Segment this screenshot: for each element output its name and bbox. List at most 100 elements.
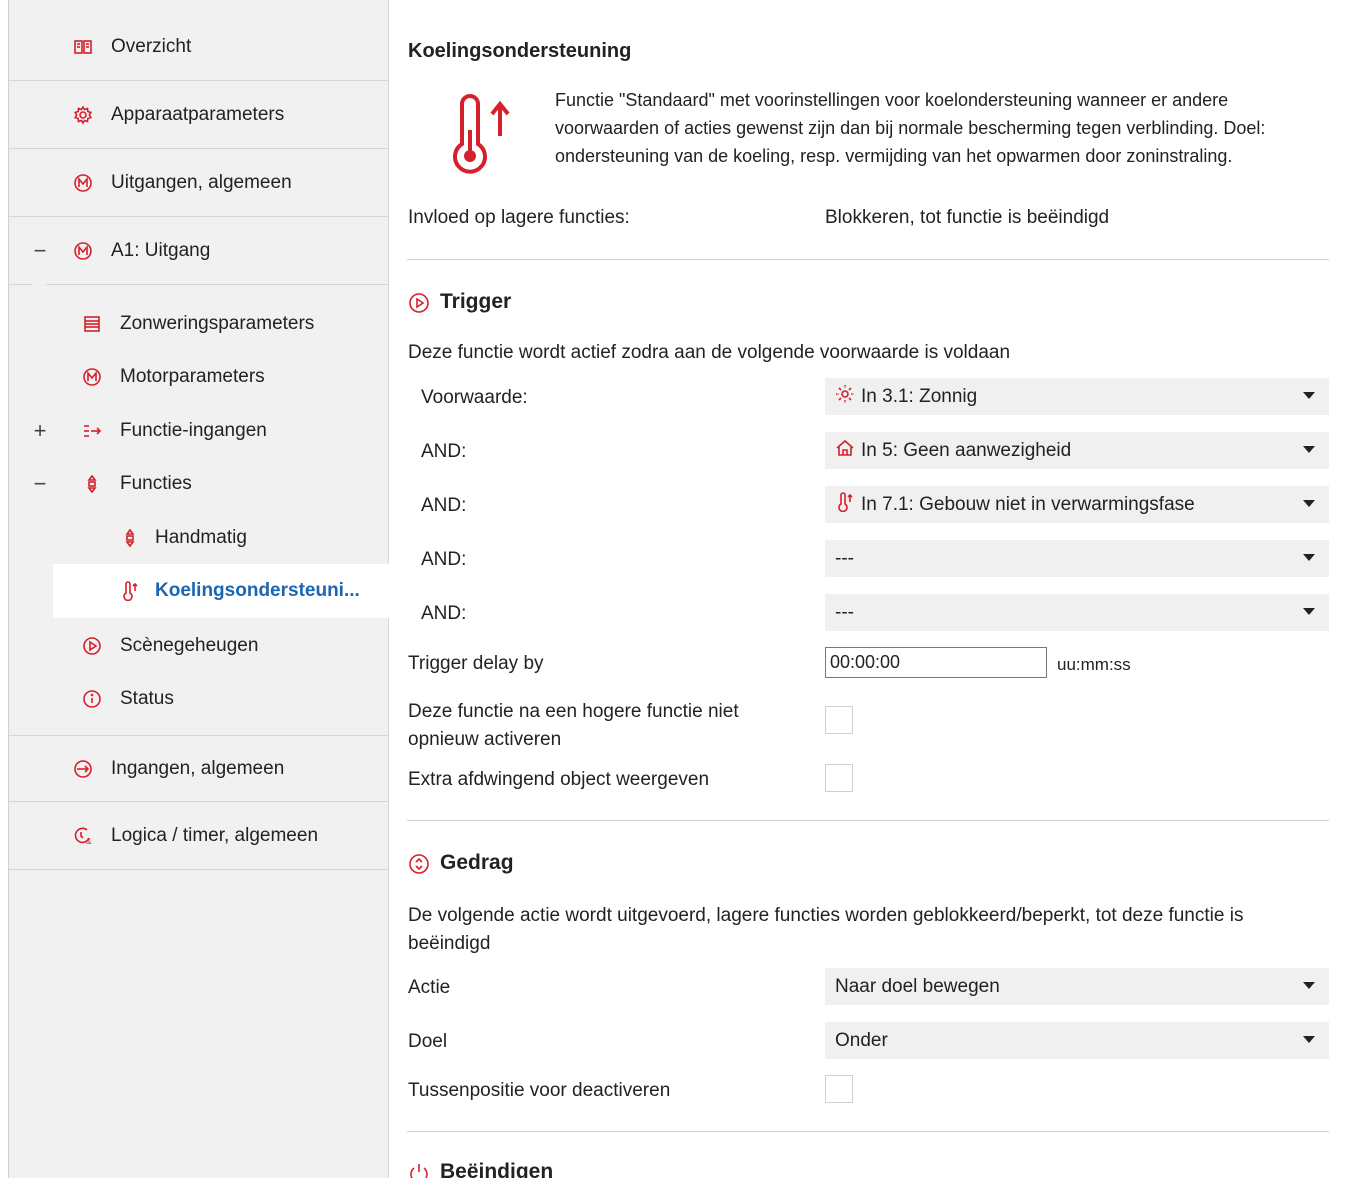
beeindigen-heading: Beëindigen [440,1160,554,1178]
sidebar-item-logica-timer[interactable]: & Logica / timer, algemeen [9,803,389,870]
actie-value: Naar doel bewegen [835,975,1000,997]
sidebar-item-apparaatparameters[interactable]: Apparaatparameters [9,82,389,149]
info-icon [81,688,103,710]
sidebar-item-label: Functie-ingangen [120,420,267,441]
sidebar-item-label: A1: Uitgang [111,240,211,261]
and-label: AND: [421,603,467,624]
trigger-heading: Trigger [440,290,512,313]
thermometer-icon [119,580,141,602]
sidebar-item-functies[interactable]: − Functies [9,464,389,504]
and-select-1[interactable]: In 5: Geen aanwezigheid [825,432,1329,469]
svg-text:&: & [86,837,92,846]
collapse-toggle[interactable]: − [33,238,47,264]
book-icon [72,36,94,58]
and-value: --- [835,547,854,569]
trigger-intro: Deze functie wordt actief zodra aan de v… [408,342,1011,363]
gedrag-heading: Gedrag [440,851,514,874]
influence-value: Blokkeren, tot functie is beëindigd [825,207,1110,228]
sidebar-item-label: Uitgangen, algemeen [111,172,292,193]
sidebar-item-label: Overzicht [111,36,192,57]
page-title: Koelingsondersteuning [408,40,632,62]
sidebar-item-scenegeheugen[interactable]: Scènegeheugen [9,626,389,666]
blind-icon [81,313,103,335]
chevron-down-icon [1303,1036,1315,1043]
sidebar-item-label: Ingangen, algemeen [111,757,285,779]
sidebar-item-label: Logica / timer, algemeen [111,825,319,846]
chevron-down-icon [1303,446,1315,453]
tussenpositie-label: Tussenpositie voor deactiveren [408,1080,671,1101]
trigger-delay-label: Trigger delay by [408,653,544,674]
sidebar-item-koelingsondersteuning[interactable]: Koelingsondersteuni... [53,564,390,618]
expand-toggle[interactable]: + [33,418,47,444]
delay-unit: uu:mm:ss [1057,655,1131,674]
functions-icon [81,473,103,495]
chevron-down-icon [1303,608,1315,615]
collapse-toggle[interactable]: − [33,471,47,497]
sidebar-item-zonweringsparameters[interactable]: Zonweringsparameters [9,304,389,344]
chevron-down-icon [1303,500,1315,507]
sidebar-item-a1-uitgang[interactable]: − A1: Uitgang [9,218,389,285]
sidebar-item-motorparameters[interactable]: Motorparameters [9,357,389,397]
and-value: In 7.1: Gebouw niet in verwarmingsfase [861,493,1195,515]
condition-value: In 3.1: Zonnig [861,385,978,407]
actie-label: Actie [408,977,451,998]
sidebar-item-label: Scènegeheugen [120,635,259,656]
sun-icon [835,384,855,410]
sidebar-item-uitgangen-algemeen[interactable]: Uitgangen, algemeen [9,150,389,217]
function-description: Functie "Standaard" met voorinstellingen… [555,90,1266,166]
chevron-down-icon [1303,392,1315,399]
and-select-3[interactable]: --- [825,540,1329,577]
sidebar-item-label: Functies [120,473,192,494]
motor-icon [81,366,103,388]
motor-icon [72,240,94,262]
house-icon [835,438,855,464]
actie-select[interactable]: Naar doel bewegen [825,968,1329,1005]
divider [407,820,1329,821]
gedrag-intro: De volgende actie wordt uitgevoerd, lage… [408,905,1244,954]
doel-value: Onder [835,1029,888,1051]
scene-icon [81,635,103,657]
extra-object-checkbox[interactable] [825,764,853,792]
selection-notch [29,281,49,291]
function-input-icon [81,420,103,442]
manual-icon [119,527,141,549]
reactivate-label: Deze functie na een hogere functie niet … [408,701,739,750]
influence-label: Invloed op lagere functies: [408,207,630,228]
sidebar-item-label: Status [120,688,174,709]
motor-icon [72,172,94,194]
sidebar: Overzicht Apparaatparameters Uitgangen, … [8,0,390,1178]
condition-label: Voorwaarde: [421,387,528,408]
play-circle-icon [408,292,430,314]
divider [407,259,1329,260]
sidebar-item-label: Zonweringsparameters [120,313,315,334]
sidebar-item-overzicht[interactable]: Overzicht [9,14,389,81]
power-icon [408,1162,430,1178]
chevron-down-icon [1303,982,1315,989]
and-select-4[interactable]: --- [825,594,1329,631]
and-label: AND: [421,495,467,516]
sidebar-item-ingangen-algemeen[interactable]: Ingangen, algemeen [9,735,389,802]
thermometer-icon [450,92,520,178]
sidebar-item-handmatig[interactable]: Handmatig [9,518,389,558]
logic-timer-icon: & [72,825,94,847]
condition-select[interactable]: In 3.1: Zonnig [825,378,1329,415]
behaviour-icon [408,853,430,875]
and-value: In 5: Geen aanwezigheid [861,439,1072,461]
doel-select[interactable]: Onder [825,1022,1329,1059]
and-select-2[interactable]: In 7.1: Gebouw niet in verwarmingsfase [825,486,1329,523]
extra-object-label: Extra afdwingend object weergeven [408,769,710,790]
tussenpositie-checkbox[interactable] [825,1075,853,1103]
and-label: AND: [421,549,467,570]
chevron-down-icon [1303,554,1315,561]
sidebar-item-functie-ingangen[interactable]: + Functie-ingangen [9,411,389,451]
divider [407,1131,1329,1132]
and-label: AND: [421,441,467,462]
trigger-delay-input[interactable]: 00:00:00 [825,647,1047,678]
reactivate-checkbox[interactable] [825,706,853,734]
thermometer-icon [835,491,855,518]
sidebar-item-status[interactable]: Status [9,679,389,719]
input-icon [72,758,94,780]
gear-icon [72,104,94,126]
sidebar-item-label: Koelingsondersteuni... [155,580,360,601]
doel-label: Doel [408,1031,448,1052]
